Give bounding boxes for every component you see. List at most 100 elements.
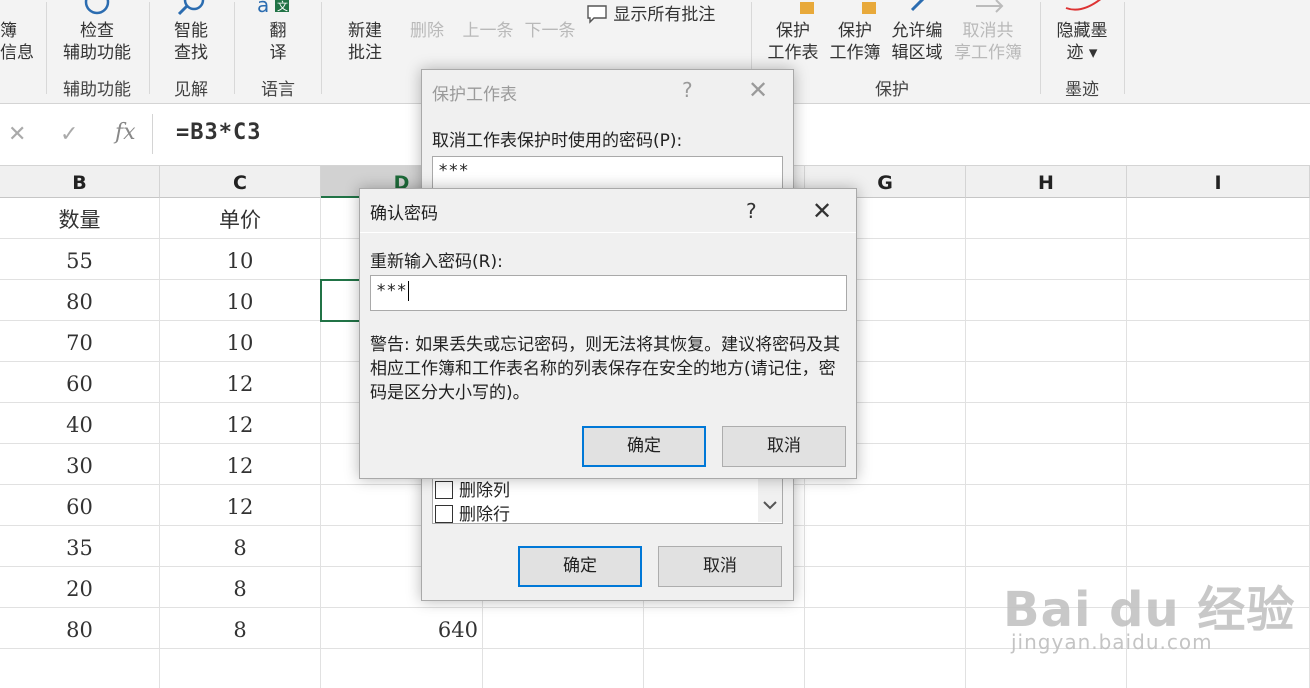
translate-button[interactable]: 翻 译 [258,20,298,64]
cell[interactable] [1127,403,1310,444]
cell[interactable] [805,526,966,567]
cell[interactable] [1127,485,1310,526]
cell[interactable]: 70 [0,321,160,362]
cell[interactable] [805,485,966,526]
cell[interactable] [966,362,1127,403]
lock-sheet-icon [800,2,814,14]
cell[interactable]: 12 [160,444,321,485]
new-comment-button[interactable]: 新建 批注 [340,20,390,64]
unshare-workbook-button[interactable]: 取消共 享工作簿 [950,20,1026,64]
cell[interactable] [644,608,805,649]
svg-text:a: a [257,0,269,17]
cell[interactable]: 40 [0,403,160,444]
permissions-scrollbar[interactable] [758,474,782,522]
cell[interactable] [321,649,483,688]
close-icon[interactable]: ✕ [748,76,768,104]
help-icon[interactable]: ? [682,78,693,102]
cell[interactable] [0,649,160,688]
cell[interactable]: 12 [160,362,321,403]
cell[interactable] [805,608,966,649]
cell[interactable] [1127,444,1310,485]
cell[interactable]: 10 [160,321,321,362]
protect-ok-button[interactable]: 确定 [518,546,642,587]
cell[interactable]: 10 [160,239,321,280]
cell[interactable] [483,649,644,688]
check-accessibility-button[interactable]: 检查 辅助功能 [58,20,136,64]
allow-edit-ranges-button[interactable]: 允许编 辑区域 [888,20,946,64]
help-icon[interactable]: ? [746,199,757,223]
cell[interactable] [966,280,1127,321]
cell[interactable]: 单价 [160,198,321,239]
cell[interactable] [966,239,1127,280]
cell[interactable]: 8 [160,526,321,567]
reenter-password-input[interactable]: *** [370,275,847,311]
cell[interactable]: 30 [0,444,160,485]
cell[interactable] [966,198,1127,239]
protect-workbook-button[interactable]: 保护 工作簿 [826,20,884,64]
cell[interactable] [805,567,966,608]
cell[interactable]: 12 [160,485,321,526]
protect-cancel-button[interactable]: 取消 [658,546,782,587]
option-delete-rows[interactable]: 删除行 [435,500,510,525]
show-all-comments-button[interactable]: 显示所有批注 [586,4,715,26]
column-header-c[interactable]: C [160,166,321,198]
cell[interactable] [1127,239,1310,280]
cell[interactable] [805,649,966,688]
cell[interactable] [966,485,1127,526]
column-header-h[interactable]: H [966,166,1127,198]
cell[interactable]: 12 [160,403,321,444]
cell[interactable] [966,403,1127,444]
next-comment-button[interactable]: 下一条 [520,20,580,42]
group-separator [1040,2,1041,94]
chevron-down-icon[interactable] [758,474,782,522]
edit-ranges-icon [910,0,925,12]
cell[interactable]: 60 [0,485,160,526]
delete-rows-checkbox[interactable] [435,505,453,523]
insert-function-icon[interactable]: fx [115,120,136,145]
delete-columns-checkbox[interactable] [435,481,453,499]
confirm-ok-button[interactable]: 确定 [582,426,706,467]
cell[interactable] [483,608,644,649]
cell[interactable]: 80 [0,608,160,649]
column-header-b[interactable]: B [0,166,160,198]
group-label-language: 语言 [261,80,295,100]
partial-workbook-info-button[interactable]: 簿 信息 [0,20,34,64]
cell[interactable] [644,649,805,688]
cell[interactable]: 20 [0,567,160,608]
cell[interactable]: 8 [160,608,321,649]
cell[interactable] [160,649,321,688]
cell[interactable] [1127,526,1310,567]
cell[interactable]: 35 [0,526,160,567]
delete-comment-button[interactable]: 删除 [404,20,450,42]
cell[interactable]: 640 [321,608,483,649]
group-label-protect: 保护 [875,80,909,100]
previous-comment-button[interactable]: 上一条 [458,20,518,42]
sheet-password-input[interactable]: *** [432,156,783,190]
cell[interactable]: 数量 [0,198,160,239]
permissions-list[interactable]: 删除列 删除行 [432,474,783,525]
cell[interactable] [966,444,1127,485]
cell[interactable]: 60 [0,362,160,403]
confirm-cancel-button[interactable]: 取消 [722,426,846,467]
ink-icon [1065,0,1101,11]
protect-sheet-button[interactable]: 保护 工作表 [764,20,822,64]
cell[interactable]: 10 [160,280,321,321]
cell[interactable]: 55 [0,239,160,280]
cell[interactable] [966,526,1127,567]
cancel-formula-icon[interactable]: ✕ [8,122,26,147]
cell[interactable] [1127,362,1310,403]
cell[interactable]: 8 [160,567,321,608]
hide-ink-button[interactable]: 隐藏墨 迹 ▾ [1052,20,1112,64]
enter-formula-icon[interactable]: ✓ [60,122,78,147]
close-icon[interactable]: ✕ [812,197,832,225]
smart-lookup-button[interactable]: 智能 查找 [166,20,216,64]
protect-dialog-title: 保护工作表 [432,85,517,105]
cell[interactable] [1127,198,1310,239]
column-header-i[interactable]: I [1127,166,1310,198]
option-delete-columns[interactable]: 删除列 [435,476,510,501]
cell[interactable] [1127,321,1310,362]
cell[interactable] [966,321,1127,362]
formula-input[interactable]: =B3*C3 [176,120,261,145]
cell[interactable] [1127,280,1310,321]
cell[interactable]: 80 [0,280,160,321]
